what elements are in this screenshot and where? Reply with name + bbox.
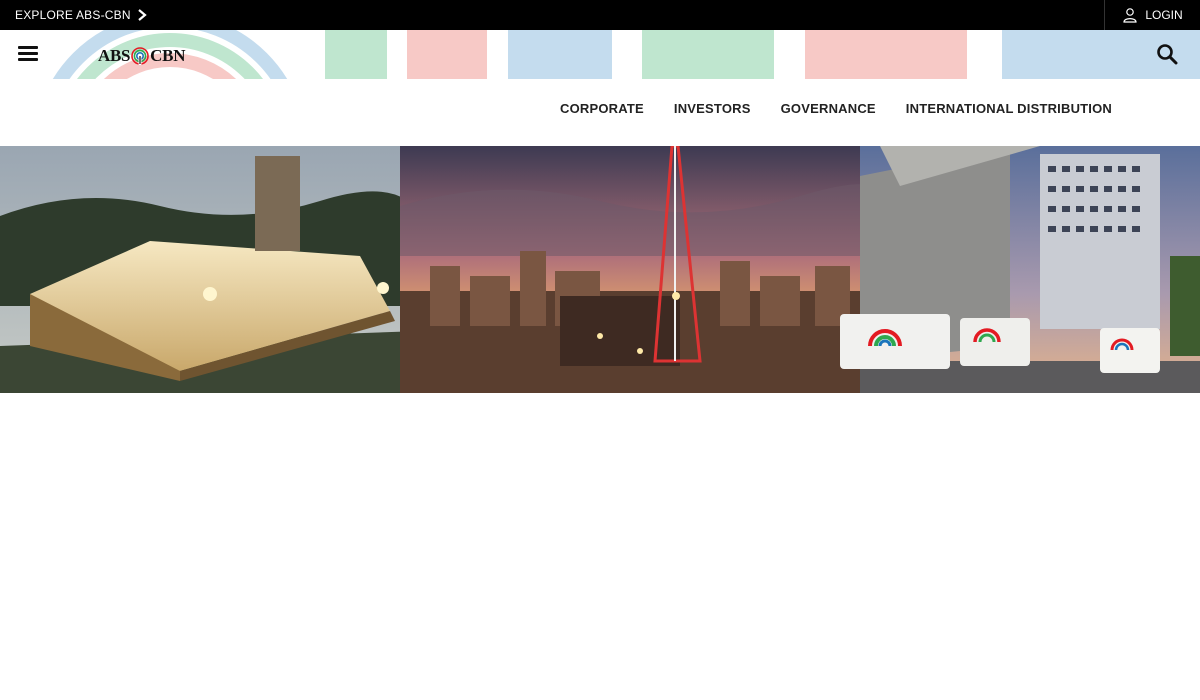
- login-label: LOGIN: [1145, 8, 1183, 22]
- logo-text-cbn: CBN: [150, 46, 186, 65]
- nav-item-international-distribution[interactable]: INTERNATIONAL DISTRIBUTION: [906, 101, 1112, 116]
- abs-cbn-logo[interactable]: ABS CBN: [98, 44, 185, 68]
- site-header: ABS CBN: [0, 30, 1200, 79]
- logo-eye-icon: [131, 47, 149, 65]
- main-nav: CORPORATE INVESTORS GOVERNANCE INTERNATI…: [0, 79, 1200, 146]
- hero-banner-image: [0, 146, 1200, 393]
- chevron-right-icon: [138, 9, 147, 21]
- nav-item-corporate[interactable]: CORPORATE: [560, 101, 644, 116]
- top-bar: EXPLORE ABS-CBN LOGIN: [0, 0, 1200, 30]
- hamburger-icon[interactable]: [18, 46, 38, 62]
- logo-text-abs: ABS: [98, 46, 131, 65]
- explore-label: EXPLORE ABS-CBN: [15, 8, 131, 22]
- user-icon: [1123, 8, 1137, 23]
- explore-abs-cbn-link[interactable]: EXPLORE ABS-CBN: [15, 0, 147, 30]
- login-button[interactable]: LOGIN: [1104, 0, 1200, 30]
- nav-item-governance[interactable]: GOVERNANCE: [781, 101, 876, 116]
- nav-item-investors[interactable]: INVESTORS: [674, 101, 751, 116]
- search-icon[interactable]: [1156, 43, 1178, 65]
